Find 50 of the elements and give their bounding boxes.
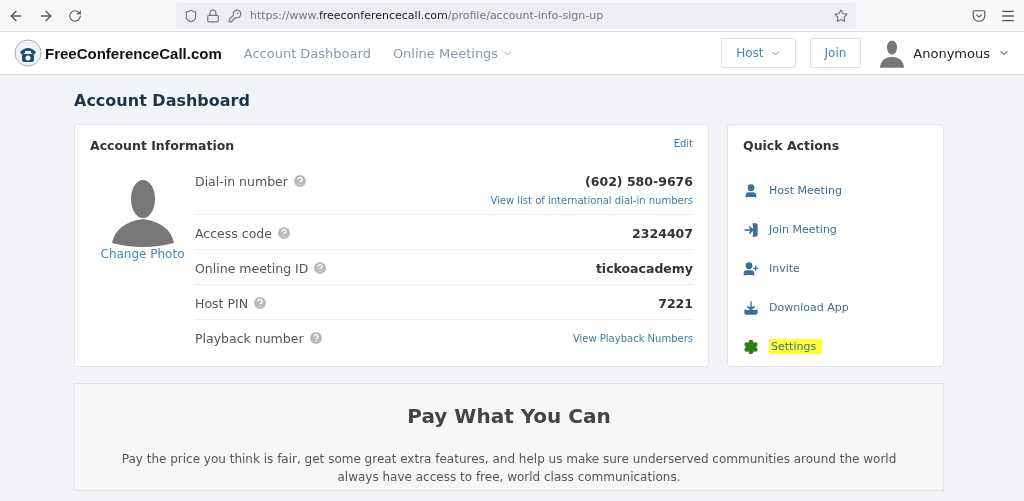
quick-action-link[interactable]: Settings [728,327,943,366]
quick-action-link[interactable]: Invite [728,249,943,288]
avatar-icon [111,177,174,247]
pocket-icon[interactable] [972,8,986,23]
join-button[interactable]: Join [809,38,862,68]
reload-icon[interactable] [68,8,82,23]
quick-action-link[interactable]: Join Meeting [728,210,943,249]
card-title: Quick Actions [743,138,840,153]
change-photo-link[interactable]: Change Photo [100,247,185,261]
field-value: (602) 580-9676 [585,173,693,189]
host-button[interactable]: Host [721,38,796,68]
avatar-icon [879,38,906,68]
edit-link[interactable]: Edit [673,138,693,153]
field-label: Dial-in number [195,173,288,189]
bookmark-star-icon[interactable] [834,8,848,23]
logo-text[interactable]: FreeConferenceCall.com [45,44,222,62]
help-icon[interactable] [307,330,324,346]
user-icon [743,182,759,199]
shield-icon [184,8,198,23]
nav-link[interactable]: Online Meetings [392,45,514,61]
field-label: Playback number [195,330,304,346]
field-link[interactable]: View list of international dial-in numbers [490,195,693,206]
field-label: Online meeting ID [195,260,309,276]
quick-action-link[interactable]: Download App [728,288,943,327]
help-icon[interactable] [291,173,308,189]
help-icon[interactable] [252,295,268,311]
sign-in-icon [743,221,759,238]
help-icon[interactable] [275,225,292,241]
pay-text: Pay the price you think is fair, get some great extra features, and help us make sure underserved communities around the world always have access to free, world class communications. [120,451,898,486]
field-value: 2324407 [632,225,693,241]
field-value: tickoacademy [595,260,693,276]
field-label: Access code [195,225,272,241]
nav-link[interactable]: Account Dashboard [243,45,371,61]
user-name[interactable]: Anonymous [913,45,990,61]
field-label: Host PIN [195,295,248,311]
field-value: 7221 [658,295,693,311]
url-text: https://www.freeconferencecall.com/profile/account-info-sign-up [250,9,604,22]
field-link[interactable]: View Playback Numbers [572,332,693,344]
download-icon [743,299,759,316]
key-icon [228,8,242,23]
page-title: Account Dashboard [74,91,251,110]
phone-logo-icon [14,39,42,67]
add-user-icon [743,260,759,277]
quick-action-link[interactable]: Host Meeting [728,171,943,210]
help-icon[interactable] [312,260,329,276]
address-bar[interactable]: https://www.freeconferencecall.com/profile/account-info-sign-up [176,2,856,29]
settings-icon [743,338,759,355]
card-title: Account Information [90,138,235,153]
lock-icon [206,8,220,23]
pay-title: Pay What You Can [406,404,612,428]
